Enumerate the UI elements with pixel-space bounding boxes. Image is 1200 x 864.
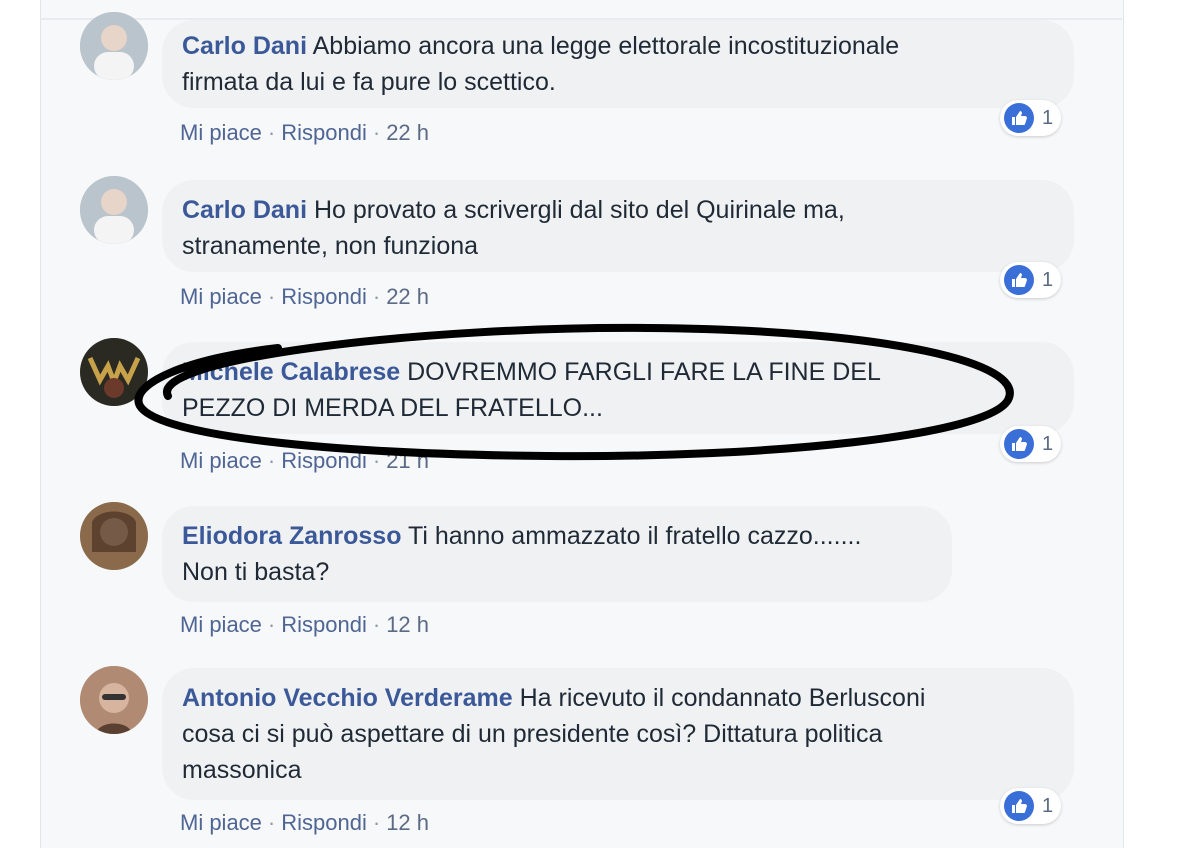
- separator-dot: ·: [372, 120, 381, 145]
- avatar[interactable]: [80, 502, 148, 570]
- reaction-count: 1: [1042, 432, 1054, 455]
- comment-text: Ti hanno ammazzato il fratello cazzo....…: [407, 522, 862, 550]
- comment-actions: Mi piace · Rispondi · 21 h: [180, 448, 429, 474]
- thumbs-up-icon: [1004, 103, 1034, 133]
- reply-link[interactable]: Rispondi: [281, 810, 367, 835]
- comment-text: massonica: [182, 756, 302, 784]
- avatar[interactable]: [80, 666, 148, 734]
- reply-link[interactable]: Rispondi: [281, 612, 367, 637]
- comment-actions: Mi piace · Rispondi · 22 h: [180, 120, 429, 146]
- comment-bubble: Carlo Dani Abbiamo ancora una legge elet…: [162, 20, 1074, 108]
- thumbs-up-icon: [1004, 429, 1034, 459]
- comment-text: firmata da lui e fa pure lo scettico.: [182, 68, 556, 96]
- separator-dot: ·: [267, 120, 276, 145]
- separator-dot: ·: [267, 810, 276, 835]
- like-link[interactable]: Mi piace: [180, 448, 262, 473]
- comment-author[interactable]: Carlo Dani: [182, 32, 307, 60]
- comment-bubble: Eliodora Zanrosso Ti hanno ammazzato il …: [162, 506, 952, 602]
- reaction-badge[interactable]: 1: [1000, 262, 1062, 298]
- separator-dot: ·: [372, 448, 381, 473]
- like-link[interactable]: Mi piace: [180, 120, 262, 145]
- reaction-badge[interactable]: 1: [1000, 426, 1062, 462]
- comment-time[interactable]: 22 h: [386, 284, 429, 309]
- comment-author[interactable]: Eliodora Zanrosso: [182, 522, 401, 550]
- separator-dot: ·: [267, 448, 276, 473]
- comment-actions: Mi piace · Rispondi · 12 h: [180, 612, 429, 638]
- separator-dot: ·: [372, 284, 381, 309]
- avatar[interactable]: [80, 338, 148, 406]
- comment-time[interactable]: 22 h: [386, 120, 429, 145]
- comment-text: Abbiamo ancora una legge elettorale inco…: [312, 32, 900, 60]
- comment-time[interactable]: 12 h: [386, 612, 429, 637]
- like-link[interactable]: Mi piace: [180, 810, 262, 835]
- comment-text: DOVREMMO FARGLI FARE LA FINE DEL: [407, 358, 881, 386]
- avatar[interactable]: [80, 12, 148, 80]
- comment-time[interactable]: 21 h: [386, 448, 429, 473]
- reaction-badge[interactable]: 1: [1000, 100, 1062, 136]
- separator-dot: ·: [267, 284, 276, 309]
- comment-author[interactable]: Michele Calabrese: [182, 358, 400, 386]
- comment-bubble: Michele Calabrese DOVREMMO FARGLI FARE L…: [162, 342, 1074, 434]
- separator-dot: ·: [372, 612, 381, 637]
- comment-author[interactable]: Antonio Vecchio Verderame: [182, 684, 513, 712]
- reply-link[interactable]: Rispondi: [281, 120, 367, 145]
- comment-text: Ha ricevuto il condannato Berlusconi: [519, 684, 926, 712]
- comment-text: Non ti basta?: [182, 558, 330, 586]
- comment-text: stranamente, non funziona: [182, 232, 479, 260]
- thumbs-up-icon: [1004, 265, 1034, 295]
- reply-link[interactable]: Rispondi: [281, 448, 367, 473]
- reply-link[interactable]: Rispondi: [281, 284, 367, 309]
- comment-actions: Mi piace · Rispondi · 22 h: [180, 284, 429, 310]
- comment-actions: Mi piace · Rispondi · 12 h: [180, 810, 429, 836]
- avatar[interactable]: [80, 176, 148, 244]
- separator-dot: ·: [267, 612, 276, 637]
- comment-bubble: Antonio Vecchio Verderame Ha ricevuto il…: [162, 668, 1074, 800]
- reaction-count: 1: [1042, 106, 1054, 129]
- comment-text: Ho provato a scrivergli dal sito del Qui…: [313, 196, 845, 224]
- comment-time[interactable]: 12 h: [386, 810, 429, 835]
- separator-dot: ·: [372, 810, 381, 835]
- reaction-badge[interactable]: 1: [1000, 788, 1062, 824]
- comment-author[interactable]: Carlo Dani: [182, 196, 307, 224]
- thumbs-up-icon: [1004, 791, 1034, 821]
- like-link[interactable]: Mi piace: [180, 284, 262, 309]
- reaction-count: 1: [1042, 268, 1054, 291]
- comment-text: PEZZO DI MERDA DEL FRATELLO...: [182, 394, 603, 422]
- comment-text: cosa ci si può aspettare di un president…: [182, 720, 883, 748]
- comment-bubble: Carlo Dani Ho provato a scrivergli dal s…: [162, 180, 1074, 272]
- like-link[interactable]: Mi piace: [180, 612, 262, 637]
- reaction-count: 1: [1042, 794, 1054, 817]
